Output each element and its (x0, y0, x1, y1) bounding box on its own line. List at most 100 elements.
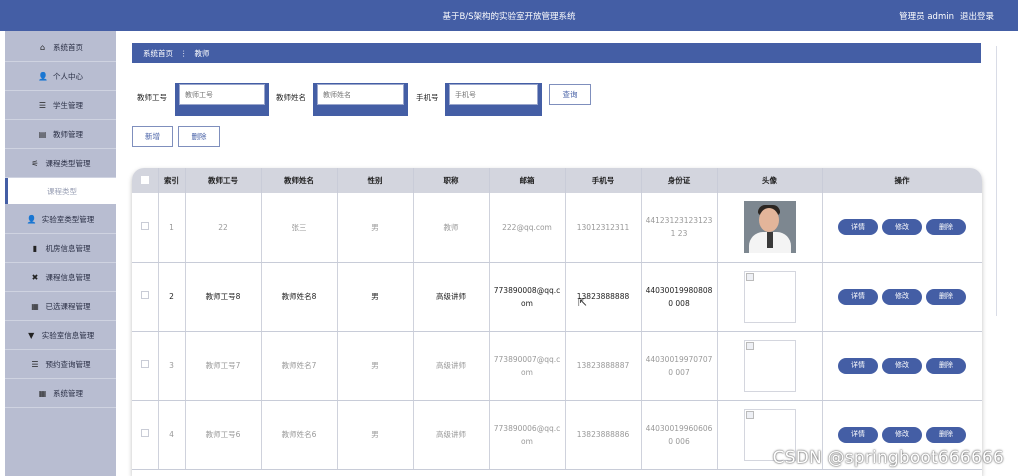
header-select-all[interactable] (132, 168, 159, 193)
cell-title: 高级讲师 (413, 400, 490, 470)
detail-button[interactable]: 详情 (838, 357, 878, 374)
cell-id-card: 440300199808080 008 (641, 262, 718, 332)
cell-email: 773890006@qq.c om (489, 400, 566, 470)
teacher-no-input[interactable] (179, 84, 265, 105)
crossed-icon: ✖ (31, 272, 39, 282)
row-checkbox[interactable] (140, 360, 149, 368)
cell-teacher-name: 教师姓名6 (261, 400, 338, 470)
teacher-name-label: 教师姓名 (276, 93, 306, 102)
sidebar-item-students[interactable]: ☰ 学生管理 (5, 91, 116, 120)
sidebar-item-lab-types[interactable]: 👤 实验室类型管理 (5, 205, 116, 234)
cell-teacher-no: 教师工号7 (185, 331, 262, 401)
cell-title: 高级讲师 (413, 262, 490, 332)
cell-gender: 男 (337, 262, 414, 332)
sidebar-item-rooms[interactable]: ▮ 机房信息管理 (5, 234, 116, 263)
sidebar-item-reservations[interactable]: ☰ 预约查询管理 (5, 350, 116, 379)
top-bar: 基于B/S架构的实验室开放管理系统 管理员 admin 退出登录 (0, 0, 1018, 31)
sidebar-item-label: 已选课程管理 (45, 301, 91, 311)
header-email: 邮箱 (489, 168, 566, 193)
sidebar-item-label: 课程类型管理 (45, 158, 91, 168)
cell-phone: 13823888886 (565, 400, 642, 470)
user-icon: 👤 (26, 214, 37, 224)
cell-email: 773890007@qq.c om (489, 331, 566, 401)
row-checkbox[interactable] (140, 429, 149, 437)
breadcrumb: 系统首页 ⋮ 教师 (132, 43, 981, 63)
edit-button[interactable]: 修改 (882, 288, 922, 305)
detail-button[interactable]: 详情 (838, 426, 878, 443)
sidebar-item-system[interactable]: ▦ 系统管理 (5, 379, 116, 408)
cell-teacher-name: 张三 (261, 193, 338, 263)
watermark: CSDN @springboot666666 (772, 448, 1004, 468)
user-area: 管理员 admin 退出登录 (893, 10, 994, 22)
sidebar-item-teachers[interactable]: ▤ 教师管理 (5, 120, 116, 149)
select-all-checkbox[interactable] (140, 175, 149, 184)
list-icon: ☰ (38, 100, 47, 110)
cell-gender: 男 (337, 331, 414, 401)
list-icon: ☰ (31, 359, 39, 369)
cell-email: 773890008@qq.c om (489, 262, 566, 332)
sidebar-item-profile[interactable]: 👤 个人中心 (5, 62, 116, 91)
cell-id-card: 441231231231231 23 (641, 193, 718, 263)
detail-button[interactable]: 详情 (838, 219, 878, 236)
delete-button[interactable]: 删除 (926, 288, 966, 305)
cell-teacher-no: 22 (185, 193, 262, 263)
user-icon: 👤 (38, 71, 48, 81)
cell-phone: 13823888888 (565, 262, 642, 332)
add-button[interactable]: 新增 (132, 126, 173, 147)
logout-link[interactable]: 退出登录 (960, 12, 994, 22)
phone-label: 手机号 (416, 93, 439, 102)
cell-teacher-no: 教师工号6 (185, 400, 262, 470)
delete-button[interactable]: 删除 (926, 219, 966, 236)
detail-button[interactable]: 详情 (838, 288, 878, 305)
table-row: 2 教师工号8 教师姓名8 男 高级讲师 773890008@qq.c om 1… (132, 262, 982, 332)
sidebar-item-selected-courses[interactable]: ▦ 已选课程管理 (5, 292, 116, 321)
content-border (996, 46, 997, 316)
sidebar-item-courses[interactable]: ✖ 课程信息管理 (5, 263, 116, 292)
header-phone: 手机号 (565, 168, 642, 193)
header-teacher-name: 教师姓名 (261, 168, 338, 193)
breadcrumb-home[interactable]: 系统首页 (143, 48, 173, 59)
bar-chart-icon: ▮ (32, 243, 38, 253)
sliders-icon: ⚟ (31, 158, 39, 168)
phone-input[interactable] (449, 84, 538, 105)
breadcrumb-current: 教师 (194, 48, 210, 58)
header-actions: 操作 (822, 168, 982, 193)
teacher-name-input[interactable] (317, 84, 404, 105)
cell-phone: 13012312311 (565, 193, 642, 263)
cell-teacher-name: 教师姓名8 (261, 262, 338, 332)
cell-title: 教师 (413, 193, 490, 263)
row-checkbox[interactable] (140, 291, 149, 299)
sidebar-item-label: 实验室类型管理 (41, 214, 95, 224)
delete-button[interactable]: 删除 (926, 426, 966, 443)
sidebar-item-label: 教师管理 (53, 129, 83, 139)
header-id-card: 身份证 (641, 168, 718, 193)
sidebar-item-label: 实验室信息管理 (41, 330, 95, 340)
sidebar: ⌂ 系统首页 👤 个人中心 ☰ 学生管理 ▤ 教师管理 ⚟ 课程类型管理 课程类型 👤 实验… (5, 31, 116, 476)
delete-button[interactable]: 删除 (926, 357, 966, 374)
row-checkbox[interactable] (140, 221, 149, 230)
grid-icon: ▦ (38, 388, 47, 398)
sidebar-item-labs[interactable]: ▼ 实验室信息管理 (5, 321, 116, 350)
home-icon: ⌂ (39, 42, 46, 52)
teacher-no-field-wrap (175, 83, 269, 116)
user-label: 管理员 admin (899, 12, 954, 22)
query-button[interactable]: 查询 (549, 84, 591, 105)
edit-button[interactable]: 修改 (882, 357, 922, 374)
edit-button[interactable]: 修改 (882, 426, 922, 443)
breadcrumb-separator: ⋮ (180, 48, 188, 58)
app-title: 基于B/S架构的实验室开放管理系统 (442, 12, 576, 22)
sidebar-item-course-types[interactable]: ⚟ 课程类型管理 (5, 149, 116, 178)
cell-index: 2 (158, 262, 186, 332)
phone-field-wrap (445, 83, 542, 116)
header-avatar: 头像 (717, 168, 823, 193)
avatar (743, 201, 796, 254)
cell-index: 4 (158, 400, 186, 470)
teacher-table: 索引 教师工号 教师姓名 性别 职称 邮箱 手机号 身份证 头像 操作 1 22… (132, 168, 982, 476)
sidebar-item-label: 预约查询管理 (45, 359, 91, 369)
table-row: 3 教师工号7 教师姓名7 男 高级讲师 773890007@qq.c om 1… (132, 331, 982, 401)
batch-delete-button[interactable]: 删除 (178, 126, 220, 147)
edit-button[interactable]: 修改 (882, 219, 922, 236)
broken-image-icon (745, 410, 754, 419)
sidebar-item-home[interactable]: ⌂ 系统首页 (5, 33, 116, 62)
sidebar-subitem-course-type[interactable]: 课程类型 (5, 178, 116, 204)
